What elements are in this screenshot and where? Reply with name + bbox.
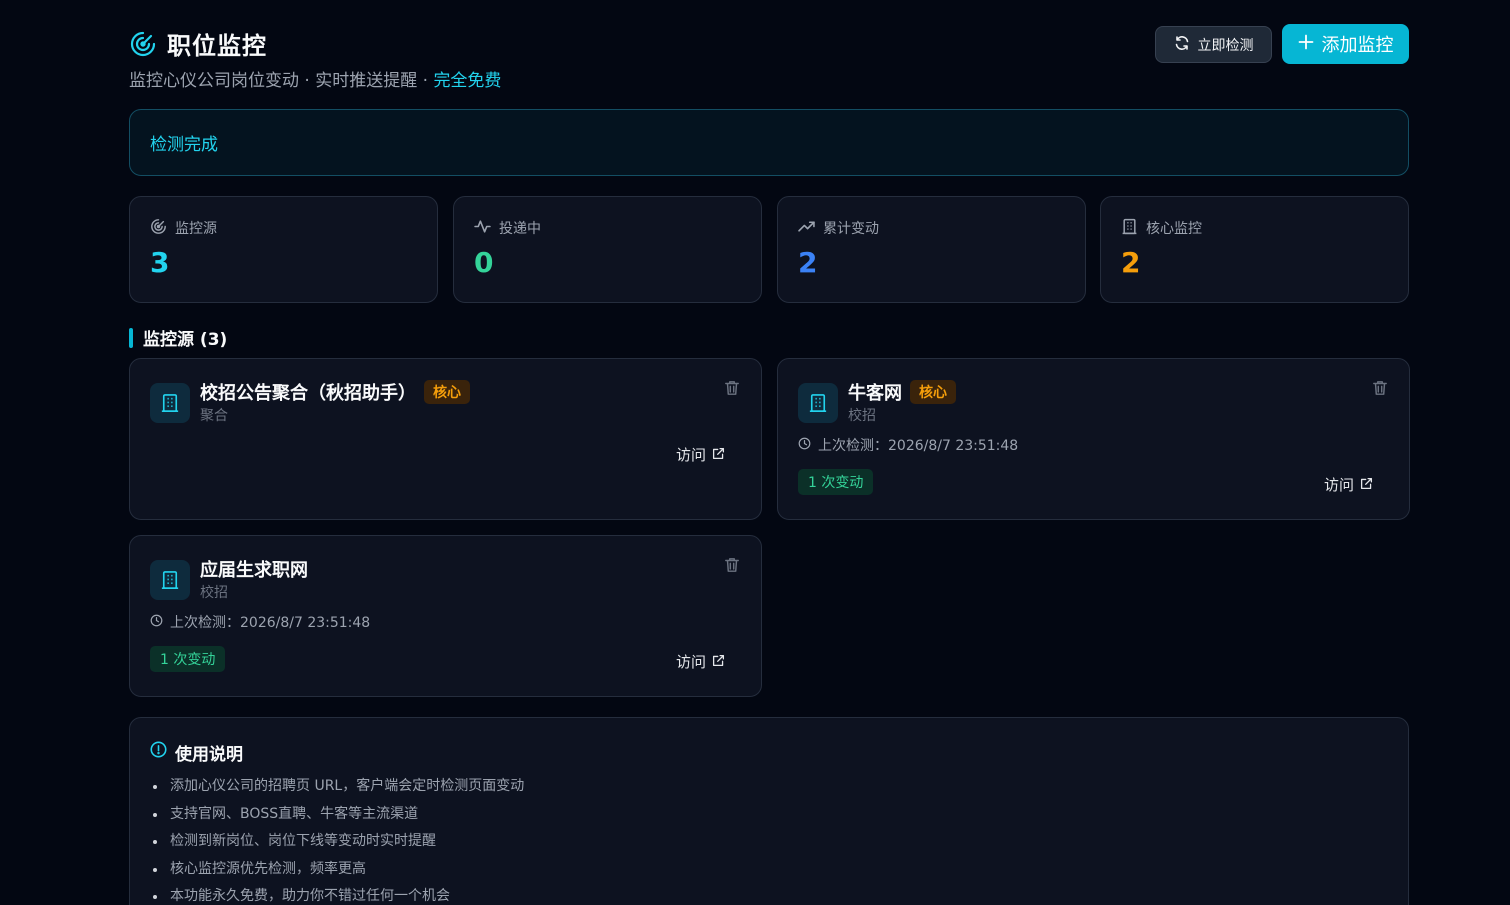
stat-card-applying: 投递中 0	[453, 196, 762, 303]
info-icon	[150, 741, 167, 763]
status-banner: 检测完成	[129, 109, 1409, 176]
visit-label: 访问	[675, 653, 706, 671]
section-accent-bar	[129, 327, 133, 348]
stat-value: 2	[798, 246, 818, 279]
free-label: 完全免费	[433, 71, 502, 91]
add-monitor-button[interactable]: 添加监控	[1282, 24, 1409, 64]
stat-value: 0	[474, 246, 494, 279]
source-name-row: 牛客网 核心	[848, 379, 956, 405]
list-item: 核心监控源优先检测，频率更高	[150, 856, 1388, 884]
page-subtitle: 监控心仪公司岗位变动 · 实时推送提醒 · 完全免费	[129, 66, 501, 91]
trash-icon[interactable]	[723, 379, 741, 397]
list-item: 本功能永久免费，助力你不错过任何一个机会	[150, 883, 1388, 905]
last-check-row: 上次检测：2026/8/7 23:51:48	[798, 435, 1018, 455]
source-card: 牛客网 核心 校招 上次检测：2026/8/7 23:51:48 1 次变动 访…	[777, 358, 1410, 520]
list-item: 添加心仪公司的招聘页 URL，客户端会定时检测页面变动	[150, 773, 1388, 801]
stat-label: 累计变动	[823, 221, 879, 237]
visit-link[interactable]: 访问	[676, 651, 725, 672]
radar-icon	[150, 218, 167, 239]
stat-label: 监控源	[175, 221, 217, 237]
trending-up-icon	[798, 218, 815, 239]
source-name-row: 应届生求职网	[200, 556, 308, 582]
status-message: 检测完成	[150, 135, 218, 155]
visit-link[interactable]: 访问	[676, 444, 725, 465]
stat-card-sources: 监控源 3	[129, 196, 438, 303]
external-link-icon	[712, 653, 725, 671]
visit-label: 访问	[1323, 476, 1354, 494]
changes-badge: 1 次变动	[798, 469, 874, 495]
last-check-text: 上次检测：2026/8/7 23:51:48	[170, 615, 371, 631]
stat-value: 2	[1121, 246, 1141, 279]
stat-label: 投递中	[499, 221, 541, 237]
header: 职位监控 监控心仪公司岗位变动 · 实时推送提醒 · 完全免费 立即检测 添加监…	[129, 0, 1409, 100]
source-category: 聚合	[200, 408, 228, 424]
usage-list: 添加心仪公司的招聘页 URL，客户端会定时检测页面变动 支持官网、BOSS直聘、…	[150, 773, 1388, 905]
section-title-text: 监控源 (3)	[143, 330, 228, 350]
add-monitor-label: 添加监控	[1321, 35, 1394, 56]
section-title: 监控源 (3)	[129, 325, 227, 350]
visit-link[interactable]: 访问	[1324, 474, 1373, 495]
trash-icon[interactable]	[723, 556, 741, 574]
visit-label: 访问	[675, 446, 706, 464]
source-category: 校招	[200, 585, 228, 601]
external-link-icon	[712, 446, 725, 464]
external-link-icon	[1360, 476, 1373, 494]
title-row: 职位监控	[129, 26, 267, 61]
source-card: 校招公告聚合（秋招助手） 核心 聚合 访问	[129, 358, 762, 520]
refresh-icon	[1174, 35, 1190, 55]
page: 职位监控 监控心仪公司岗位变动 · 实时推送提醒 · 完全免费 立即检测 添加监…	[129, 0, 1410, 905]
stats-row: 监控源 3 投递中 0 累计变动 2 核心监控 2	[129, 196, 1409, 303]
last-check-text: 上次检测：2026/8/7 23:51:48	[818, 438, 1019, 454]
stat-label: 核心监控	[1146, 221, 1202, 237]
source-name: 校招公告聚合（秋招助手）	[200, 383, 416, 404]
building-icon	[1121, 218, 1138, 239]
page-title: 职位监控	[167, 32, 267, 60]
core-badge: 核心	[424, 380, 470, 404]
stat-card-total-changes: 累计变动 2	[777, 196, 1086, 303]
building-icon	[150, 560, 190, 600]
clock-icon	[798, 437, 811, 454]
plus-icon	[1298, 34, 1314, 55]
source-name: 牛客网	[848, 383, 902, 404]
building-icon	[150, 383, 190, 423]
last-check-row: 上次检测：2026/8/7 23:51:48	[150, 612, 370, 632]
list-item: 检测到新岗位、岗位下线等变动时实时提醒	[150, 828, 1388, 856]
usage-title: 使用说明	[175, 744, 243, 765]
stat-card-core: 核心监控 2	[1100, 196, 1409, 303]
stat-value: 3	[150, 246, 170, 279]
radar-icon	[129, 30, 157, 58]
subtitle-text: 监控心仪公司岗位变动 · 实时推送提醒 ·	[129, 71, 434, 91]
check-now-button[interactable]: 立即检测	[1155, 26, 1272, 63]
activity-icon	[474, 218, 491, 239]
clock-icon	[150, 614, 163, 631]
building-icon	[798, 383, 838, 423]
core-badge: 核心	[910, 380, 956, 404]
changes-badge: 1 次变动	[150, 646, 226, 672]
usage-panel: 使用说明 添加心仪公司的招聘页 URL，客户端会定时检测页面变动 支持官网、BO…	[129, 717, 1409, 905]
check-now-label: 立即检测	[1197, 37, 1254, 54]
trash-icon[interactable]	[1371, 379, 1389, 397]
source-card: 应届生求职网 校招 上次检测：2026/8/7 23:51:48 1 次变动 访…	[129, 535, 762, 697]
source-name-row: 校招公告聚合（秋招助手） 核心	[200, 379, 470, 405]
source-category: 校招	[848, 408, 876, 424]
source-name: 应届生求职网	[200, 560, 308, 581]
usage-title-row: 使用说明	[150, 740, 1388, 765]
list-item: 支持官网、BOSS直聘、牛客等主流渠道	[150, 801, 1388, 829]
